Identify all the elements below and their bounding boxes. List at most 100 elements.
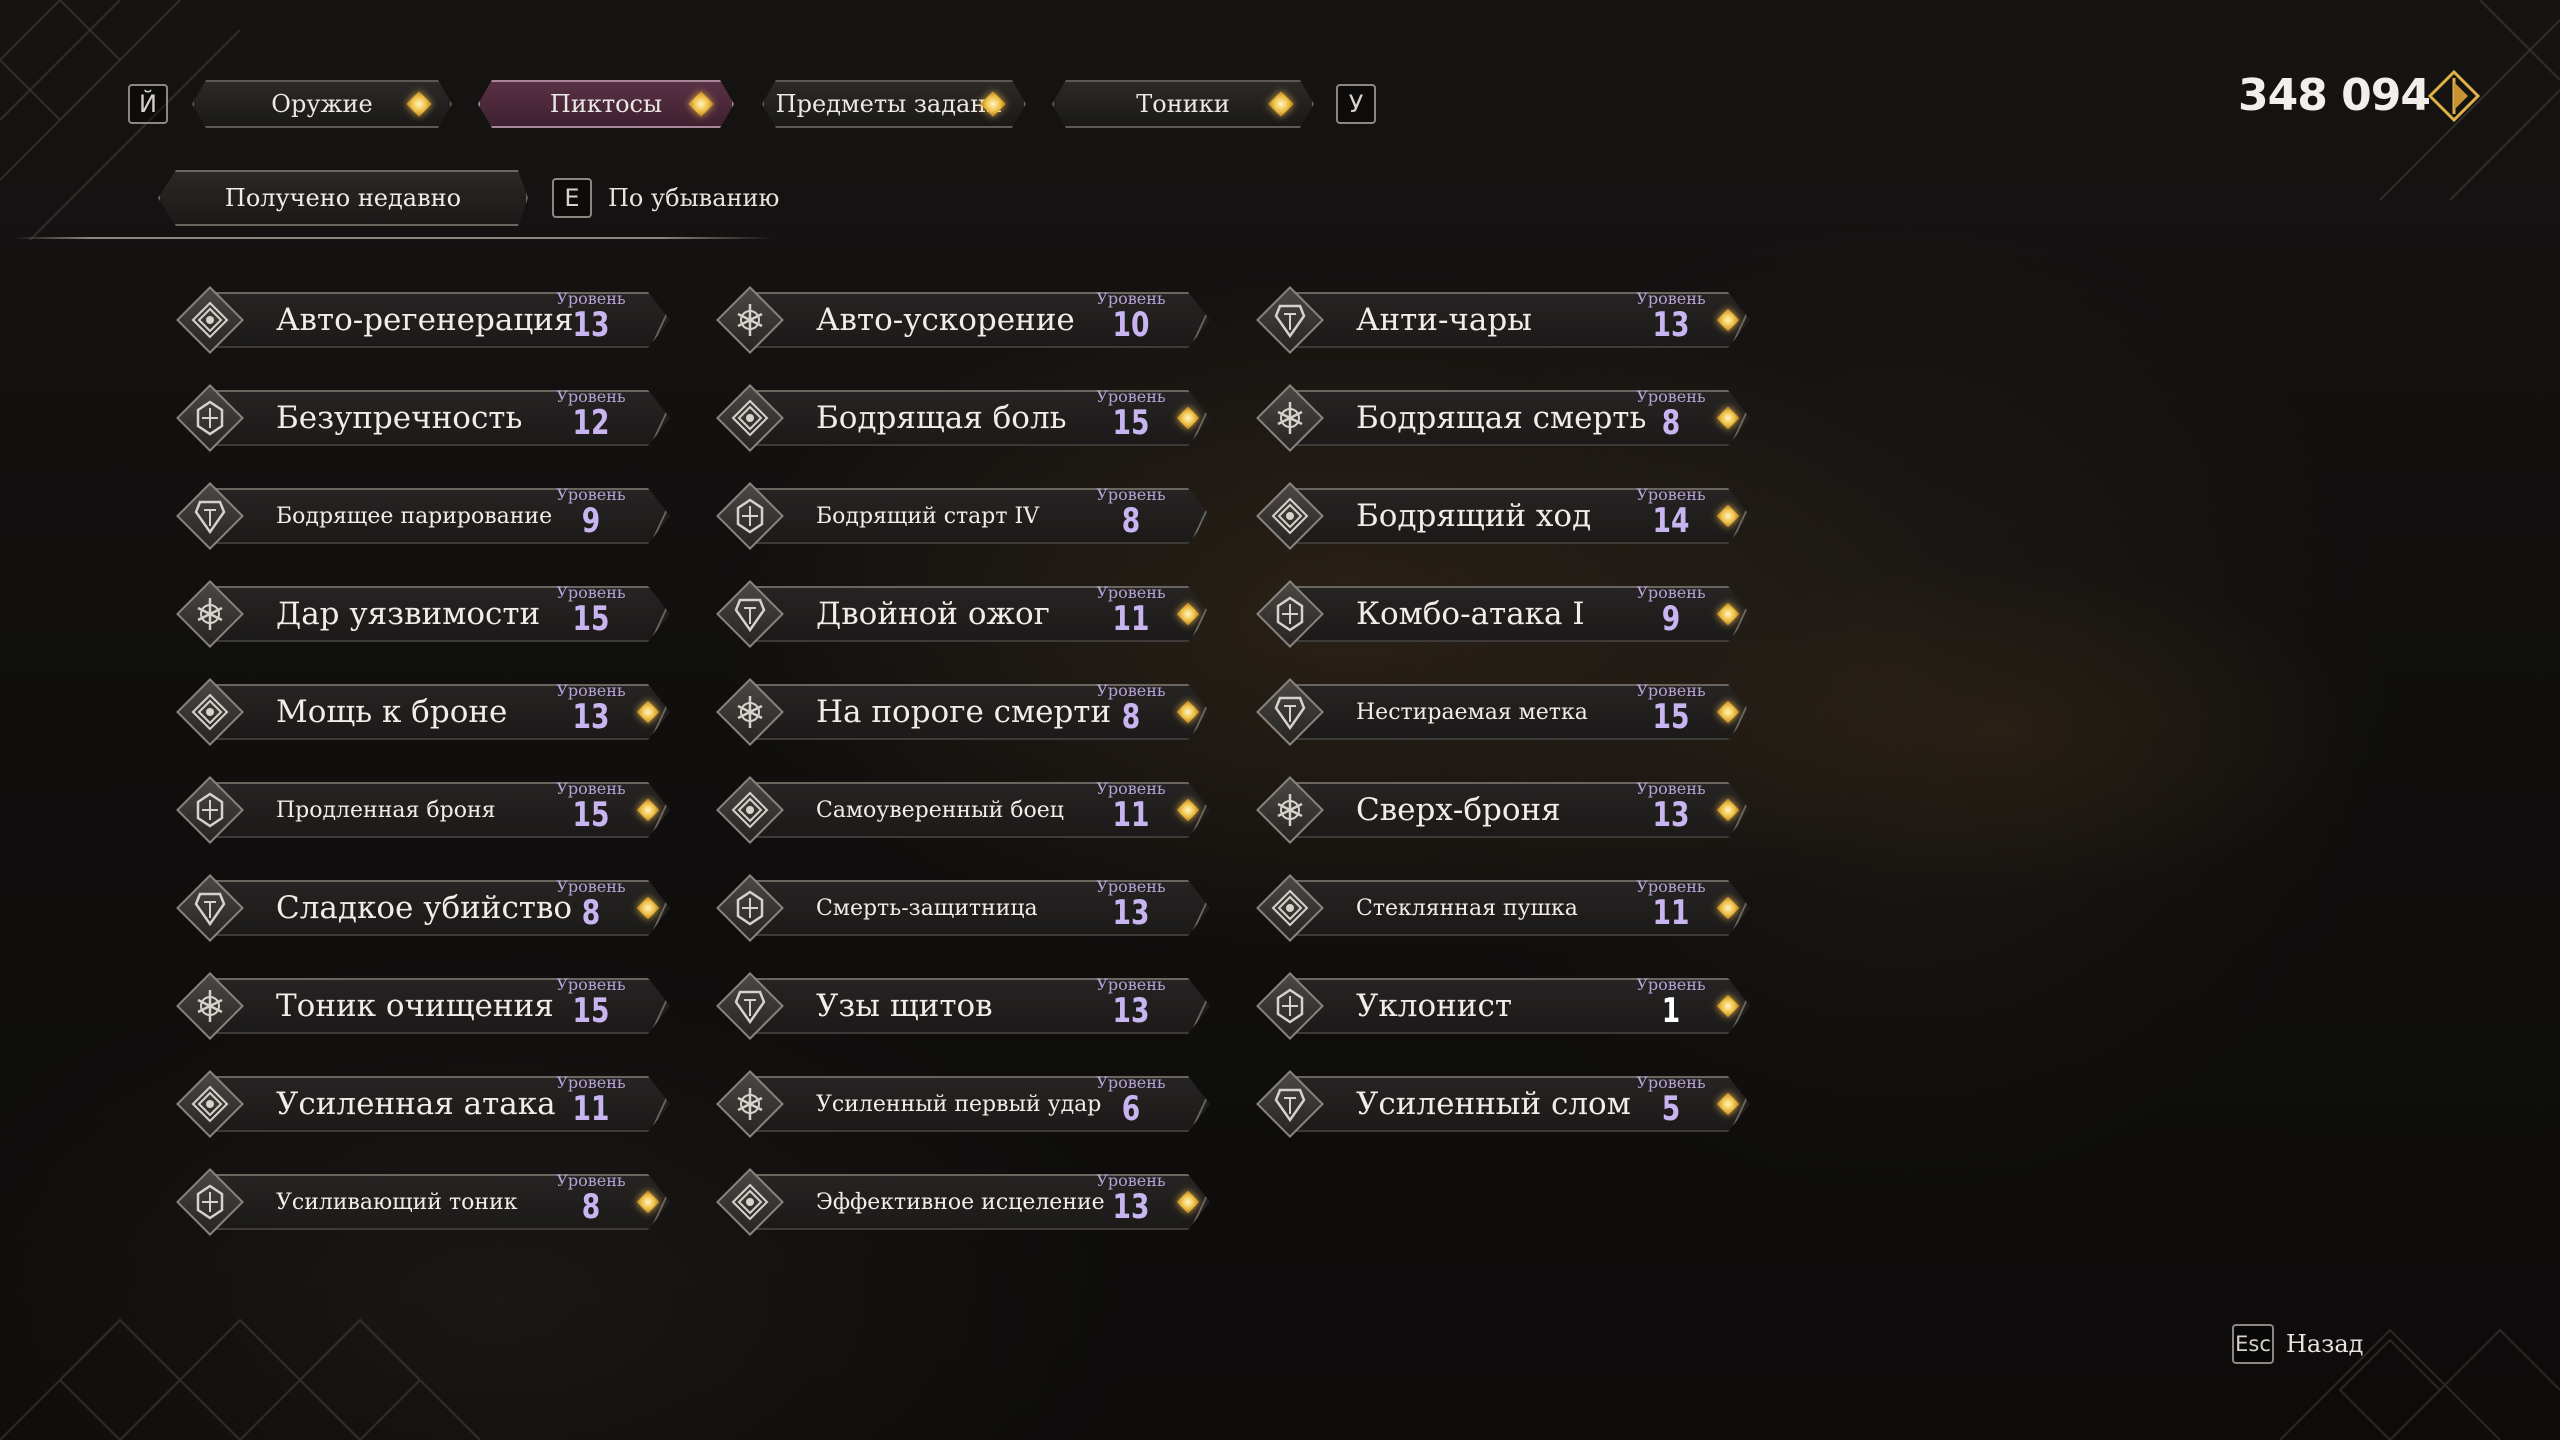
picto-glyph-icon: [734, 598, 766, 633]
picto-card[interactable]: Бодрящая смерть Уровень 8: [1250, 384, 1750, 452]
picto-card[interactable]: Бодрящий старт IV Уровень 8: [710, 482, 1210, 550]
tab-weapons[interactable]: Оружие: [192, 80, 452, 128]
picto-glyph-icon: [196, 1184, 224, 1220]
picto-glyph-icon: [197, 990, 223, 1022]
picto-level: Уровень 13: [1630, 780, 1712, 835]
picto-emblem-icon: [716, 1070, 784, 1138]
picto-glyph-icon: [731, 399, 769, 437]
picto-card[interactable]: Смерть-защитница Уровень 13: [710, 874, 1210, 942]
picto-emblem-icon: [1256, 776, 1324, 844]
level-value: 13: [572, 305, 610, 345]
picto-glyph-icon: [191, 1085, 229, 1123]
picto-card[interactable]: Усиленный слом Уровень 5: [1250, 1070, 1750, 1138]
picto-card[interactable]: Усиливающий тоник Уровень 8: [170, 1168, 670, 1236]
level-value: 15: [572, 991, 610, 1031]
picto-name: Бодрящая боль: [816, 400, 1067, 436]
picto-card[interactable]: Авто-регенерация Уровень 13: [170, 286, 670, 354]
picto-card[interactable]: Авто-ускорение Уровень 10: [710, 286, 1210, 354]
level-value: 13: [1112, 991, 1150, 1031]
picto-emblem-icon: [176, 384, 244, 452]
picto-name: Усиленный первый удар: [816, 1091, 1102, 1117]
picto-name: Безупречность: [276, 400, 523, 436]
picto-card[interactable]: Бодрящее парирование Уровень 9: [170, 482, 670, 550]
picto-card[interactable]: Продленная броня Уровень 15: [170, 776, 670, 844]
level-value: 13: [1112, 1187, 1150, 1227]
picto-name: Авто-регенерация: [276, 302, 574, 338]
tab-label: Пиктосы: [549, 90, 663, 118]
picto-card[interactable]: Уклонист Уровень 1: [1250, 972, 1750, 1040]
picto-name: Уклонист: [1356, 988, 1512, 1024]
picto-card[interactable]: Узы щитов Уровень 13: [710, 972, 1210, 1040]
picto-card[interactable]: Сверх-броня Уровень 13: [1250, 776, 1750, 844]
picto-card[interactable]: Двойной ожог Уровень 11: [710, 580, 1210, 648]
picto-card[interactable]: Эффективное исцеление Уровень 13: [710, 1168, 1210, 1236]
picto-level: Уровень 13: [550, 290, 632, 345]
picto-level: Уровень 12: [550, 388, 632, 443]
new-indicator-icon: [688, 91, 713, 116]
level-value: 13: [572, 697, 610, 737]
picto-level: Уровень 11: [1630, 878, 1712, 931]
picto-glyph-icon: [194, 892, 226, 927]
picto-glyph-icon: [1274, 1088, 1306, 1123]
picto-emblem-icon: [176, 678, 244, 746]
picto-card[interactable]: Бодрящая боль Уровень 15: [710, 384, 1210, 452]
picto-level: Уровень 11: [1090, 780, 1172, 833]
sort-order-label: По убыванию: [608, 184, 780, 212]
picto-level: Уровень 13: [1090, 878, 1172, 931]
picto-card[interactable]: Анти-чары Уровень 13: [1250, 286, 1750, 354]
picto-glyph-icon: [737, 304, 763, 336]
picto-glyph-icon: [1276, 988, 1304, 1024]
picto-glyph-icon: [1277, 402, 1303, 434]
tab-pictos[interactable]: Пиктосы: [478, 80, 734, 128]
picto-card[interactable]: Усиленная атака Уровень 11: [170, 1070, 670, 1138]
level-value: 10: [1112, 305, 1150, 345]
picto-emblem-icon: [716, 874, 784, 942]
level-value: 9: [1661, 599, 1681, 639]
picto-card[interactable]: На пороге смерти Уровень 8: [710, 678, 1210, 746]
new-indicator-icon: [1268, 91, 1293, 116]
level-value: 8: [581, 1187, 601, 1227]
picto-emblem-icon: [716, 972, 784, 1040]
picto-level: Уровень 6: [1090, 1074, 1172, 1127]
picto-glyph-icon: [736, 498, 764, 534]
level-value: 9: [581, 501, 601, 541]
picto-glyph-icon: [197, 598, 223, 630]
picto-emblem-icon: [176, 874, 244, 942]
picto-name: Узы щитов: [816, 988, 993, 1024]
picto-card[interactable]: Нестираемая метка Уровень 15: [1250, 678, 1750, 746]
picto-card[interactable]: Бодрящий ход Уровень 14: [1250, 482, 1750, 550]
picto-level: Уровень 15: [550, 584, 632, 637]
back-button[interactable]: Esc Назад: [2232, 1324, 2363, 1364]
picto-card[interactable]: Комбо-атака I Уровень 9: [1250, 580, 1750, 648]
picto-card[interactable]: Безупречность Уровень 12: [170, 384, 670, 452]
picto-level: Уровень 11: [1090, 584, 1172, 637]
picto-emblem-icon: [716, 384, 784, 452]
picto-level: Уровень 15: [550, 780, 632, 833]
prev-tab-key[interactable]: Й: [128, 84, 168, 124]
sort-dropdown[interactable]: Получено недавно: [158, 170, 528, 226]
picto-level: Уровень 13: [1090, 1172, 1172, 1227]
picto-card[interactable]: Стеклянная пушка Уровень 11: [1250, 874, 1750, 942]
picto-level: Уровень 8: [1090, 682, 1172, 735]
level-value: 8: [1661, 403, 1681, 443]
picto-glyph-icon: [736, 890, 764, 926]
tab-tonics[interactable]: Тоники: [1052, 80, 1314, 128]
sort-order-key[interactable]: E: [552, 178, 592, 218]
picto-card[interactable]: Усиленный первый удар Уровень 6: [710, 1070, 1210, 1138]
picto-card[interactable]: Тоник очищения Уровень 15: [170, 972, 670, 1040]
picto-glyph-icon: [194, 500, 226, 535]
level-value: 12: [572, 403, 610, 443]
picto-emblem-icon: [716, 776, 784, 844]
next-tab-key[interactable]: У: [1336, 84, 1376, 124]
picto-card[interactable]: Самоуверенный боец Уровень 11: [710, 776, 1210, 844]
level-value: 14: [1652, 501, 1690, 541]
picto-name: Мощь к броне: [276, 694, 508, 730]
picto-card[interactable]: Мощь к броне Уровень 13: [170, 678, 670, 746]
level-value: 15: [1112, 403, 1150, 443]
level-value: 13: [1652, 795, 1690, 835]
picto-card[interactable]: Дар уязвимости Уровень 15: [170, 580, 670, 648]
new-indicator-icon: [406, 91, 431, 116]
tab-quest-items[interactable]: Предметы задани: [762, 80, 1026, 128]
picto-card[interactable]: Сладкое убийство Уровень 8: [170, 874, 670, 942]
picto-level: Уровень 15: [1630, 682, 1712, 735]
